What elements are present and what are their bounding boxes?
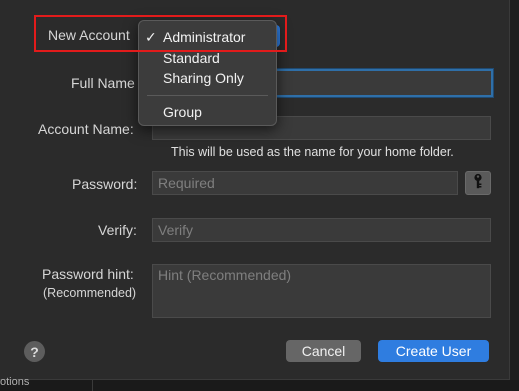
create-user-button[interactable]: Create User (378, 340, 489, 362)
cancel-button[interactable]: Cancel (286, 340, 361, 362)
password-hint-label: Password hint: (42, 266, 134, 282)
full-name-label: Full Name (71, 75, 135, 91)
help-button[interactable]: ? (24, 341, 45, 362)
key-icon (472, 173, 484, 194)
menu-separator (147, 95, 268, 96)
background-text-fragment: otions (0, 376, 30, 388)
password-hint-field[interactable] (152, 264, 491, 318)
menu-item-label: Group (163, 104, 202, 120)
account-type-menu: ✓ Administrator Standard Sharing Only Gr… (138, 20, 277, 126)
menu-item-label: Sharing Only (163, 70, 244, 86)
password-label: Password: (72, 176, 138, 192)
account-name-label: Account Name: (38, 121, 134, 137)
verify-field[interactable] (152, 218, 491, 242)
divider (92, 380, 93, 391)
new-account-sheet: New Account Full Name Account Name: This… (0, 0, 510, 380)
new-account-label: New Account (48, 27, 130, 43)
password-field[interactable] (152, 171, 458, 195)
question-icon: ? (30, 343, 39, 360)
menu-item-label: Standard (163, 50, 220, 66)
password-assistant-button[interactable] (465, 171, 491, 195)
background-window-strip: otions (0, 376, 519, 391)
account-name-hint: This will be used as the name for your h… (171, 145, 454, 159)
checkmark-icon: ✓ (145, 29, 157, 45)
password-hint-sublabel: (Recommended) (43, 286, 137, 300)
menu-item-label: Administrator (163, 29, 246, 45)
verify-label: Verify: (98, 222, 137, 238)
